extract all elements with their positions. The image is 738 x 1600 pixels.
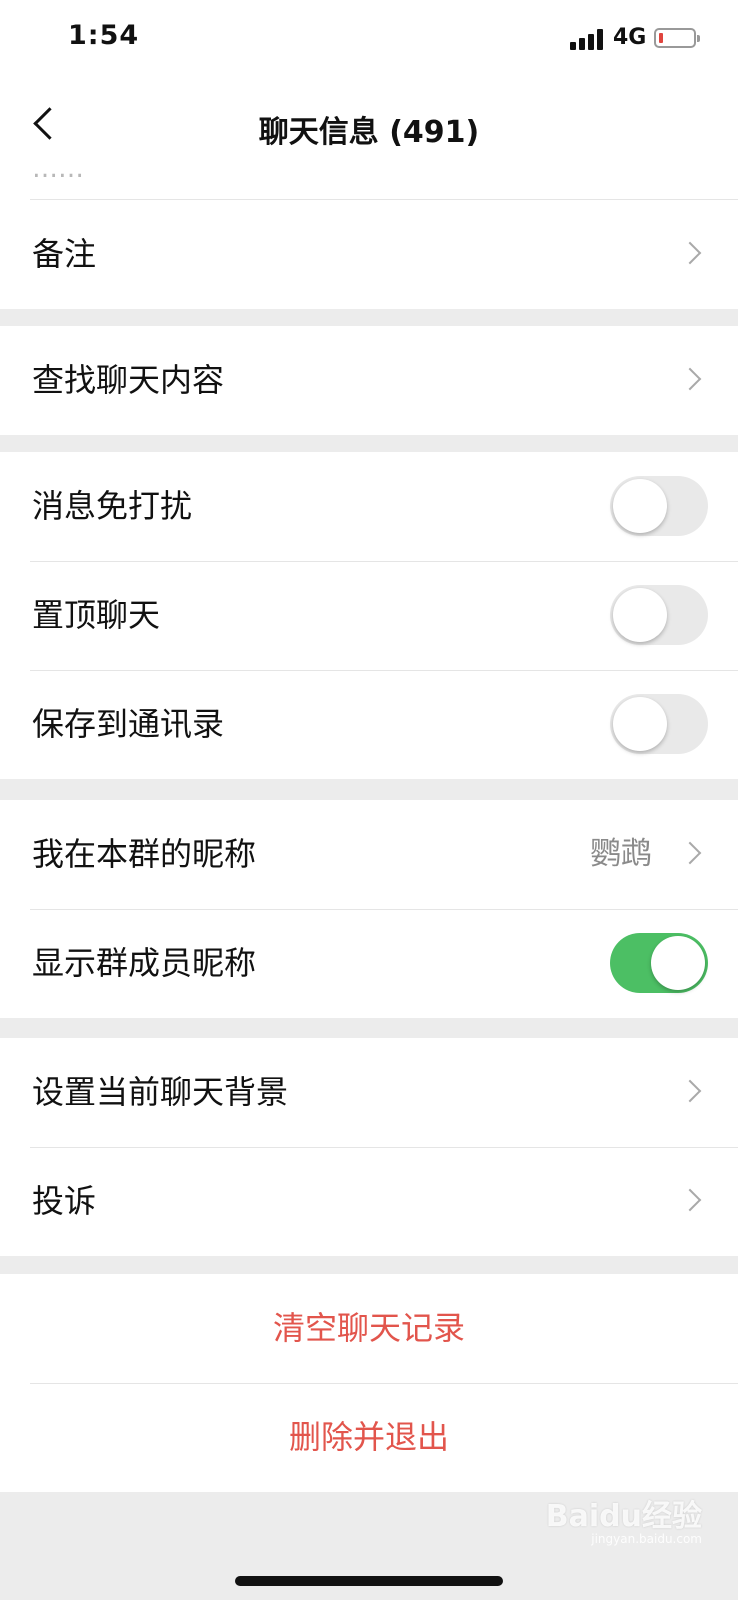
scrolled-row-text: …… [32, 172, 84, 184]
remark-section: 备注 [0, 200, 738, 309]
status-time: 1:54 [68, 20, 140, 51]
mute-toggle[interactable] [610, 476, 708, 536]
misc-section: 设置当前聊天背景 投诉 [0, 1038, 738, 1256]
status-bar: 1:54 4G [0, 0, 738, 80]
my-nickname-value: 鹦鹉 [590, 836, 652, 872]
show-nicknames-label: 显示群成员昵称 [32, 944, 257, 982]
save-contacts-row: 保存到通讯录 [0, 670, 738, 779]
toggle-knob [613, 588, 667, 642]
remark-row[interactable]: 备注 [0, 200, 738, 309]
delete-exit-button[interactable]: 删除并退出 [0, 1383, 738, 1492]
battery-level [659, 33, 663, 43]
mute-row: 消息免打扰 [0, 452, 738, 561]
show-nicknames-toggle[interactable] [610, 933, 708, 993]
remark-label: 备注 [32, 235, 97, 273]
nickname-section: 我在本群的昵称 鹦鹉 显示群成员昵称 [0, 800, 738, 1018]
page-title: 聊天信息 (491) [258, 115, 480, 150]
chevron-right-icon [678, 1188, 702, 1212]
scrolled-row: …… [0, 172, 738, 200]
clear-history-button[interactable]: 清空聊天记录 [0, 1274, 738, 1383]
chevron-right-icon [678, 1079, 702, 1103]
chat-background-label: 设置当前聊天背景 [32, 1073, 289, 1111]
baidu-watermark-domain: jingyan.baidu.com [591, 1532, 702, 1546]
baidu-watermark: Baidu经验 [545, 1499, 702, 1534]
toggle-knob [613, 697, 667, 751]
sticky-toggle[interactable] [610, 585, 708, 645]
delete-exit-label: 删除并退出 [288, 1418, 449, 1456]
mute-label: 消息免打扰 [32, 487, 193, 525]
my-nickname-row[interactable]: 我在本群的昵称 鹦鹉 [0, 800, 738, 909]
search-chat-row[interactable]: 查找聊天内容 [0, 326, 738, 435]
home-indicator[interactable] [235, 1576, 503, 1586]
chevron-right-icon [678, 841, 702, 865]
network-type: 4G [613, 25, 647, 50]
clear-history-label: 清空聊天记录 [272, 1309, 465, 1347]
search-section: 查找聊天内容 [0, 326, 738, 435]
chat-background-row[interactable]: 设置当前聊天背景 [0, 1038, 738, 1147]
battery-icon [654, 28, 700, 48]
toggle-knob [651, 936, 705, 990]
chevron-right-icon [678, 367, 702, 391]
sticky-row: 置顶聊天 [0, 561, 738, 670]
complain-row[interactable]: 投诉 [0, 1147, 738, 1256]
nav-bar: 聊天信息 (491) [0, 80, 738, 172]
action-section: 清空聊天记录 删除并退出 [0, 1274, 738, 1492]
my-nickname-label: 我在本群的昵称 [32, 835, 257, 873]
save-contacts-label: 保存到通讯录 [32, 705, 225, 743]
sticky-label: 置顶聊天 [32, 596, 161, 634]
chevron-right-icon [678, 241, 702, 265]
search-chat-label: 查找聊天内容 [32, 361, 225, 399]
save-contacts-toggle[interactable] [610, 694, 708, 754]
show-nicknames-row: 显示群成员昵称 [0, 909, 738, 1018]
toggle-knob [613, 479, 667, 533]
complain-label: 投诉 [32, 1182, 97, 1220]
signal-icon [570, 28, 604, 50]
toggle-section: 消息免打扰 置顶聊天 保存到通讯录 [0, 452, 738, 779]
